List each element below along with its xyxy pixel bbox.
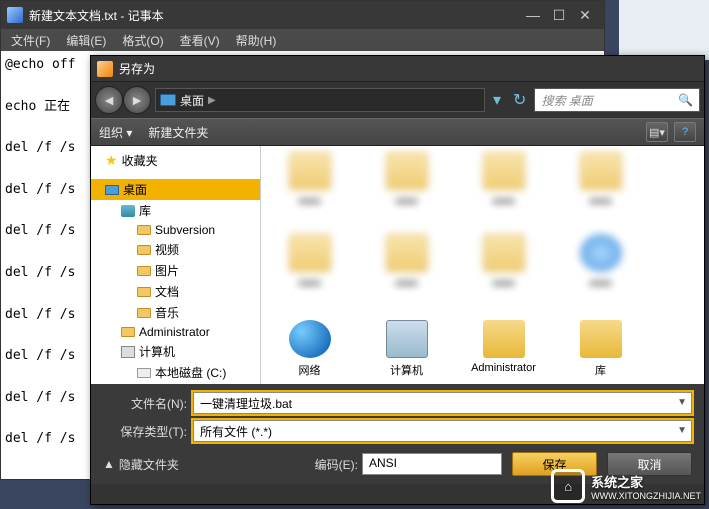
close-button[interactable]: ✕ (572, 7, 598, 24)
network-icon (289, 320, 331, 358)
filename-input[interactable]: 一键清理垃圾.bat▼ (193, 392, 692, 414)
desktop-icon (160, 94, 176, 106)
tree-computer[interactable]: 计算机 (91, 341, 260, 362)
notepad-title: 新建文本文档.txt - 记事本 (29, 7, 164, 24)
watermark-url: WWW.XITONGZHIJIA.NET (591, 491, 701, 501)
tree-subversion[interactable]: Subversion (91, 221, 260, 239)
notepad-titlebar[interactable]: 新建文本文档.txt - 记事本 — ☐ ✕ (1, 1, 604, 29)
folder-icon (137, 266, 151, 276)
tree-localdisk[interactable]: 本地磁盘 (C:) (91, 362, 260, 383)
tree-admin[interactable]: Administrator (91, 323, 260, 341)
file-computer[interactable]: 计算机 (364, 320, 449, 384)
list-item[interactable]: ▬▬ (364, 234, 449, 304)
saveas-titlebar[interactable]: 另存为 (91, 56, 704, 82)
notepad-icon (7, 7, 23, 23)
search-input[interactable]: 搜索 桌面 🔍 (534, 88, 700, 112)
back-button[interactable]: ◄ (95, 86, 123, 114)
file-network[interactable]: 网络 (267, 320, 352, 384)
desktop-icon (105, 185, 119, 195)
user-icon (121, 327, 135, 337)
hide-folders-button[interactable]: ▲ 隐藏文件夹 (103, 456, 179, 473)
folder-icon (137, 287, 151, 297)
toolbar: 组织 ▾ 新建文件夹 ▤▾ ? (91, 118, 704, 146)
menu-view[interactable]: 查看(V) (174, 30, 226, 51)
tree-pictures[interactable]: 图片 (91, 260, 260, 281)
menu-file[interactable]: 文件(F) (5, 30, 56, 51)
watermark-text: 系统之家 (591, 472, 701, 491)
list-item[interactable]: ▬▬ (267, 152, 352, 222)
tree-documents[interactable]: 文档 (91, 281, 260, 302)
computer-icon (121, 346, 135, 358)
file-libraries[interactable]: 库 (558, 320, 643, 384)
file-list[interactable]: ▬▬ ▬▬ ▬▬ ▬▬ ▬▬ ▬▬ ▬▬ ▬▬ 网络 计算机 Administr… (261, 146, 704, 384)
help-button[interactable]: ? (674, 122, 696, 142)
file-admin[interactable]: Administrator (461, 320, 546, 384)
tree-videos[interactable]: 视频 (91, 239, 260, 260)
organize-button[interactable]: 组织 ▾ (99, 124, 132, 141)
refresh-dropdown-icon[interactable]: ▾ (489, 90, 505, 110)
nav-bar: ◄ ► 桌面 ▶ ▾ ↻ 搜索 桌面 🔍 (91, 82, 704, 118)
chevron-right-icon[interactable]: ▶ (208, 95, 216, 106)
saveas-icon (97, 61, 113, 77)
save-as-dialog: 另存为 ◄ ► 桌面 ▶ ▾ ↻ 搜索 桌面 🔍 组织 ▾ 新建文件夹 ▤▾ ?… (90, 55, 705, 505)
menu-edit[interactable]: 编辑(E) (60, 30, 112, 51)
new-folder-button[interactable]: 新建文件夹 (148, 124, 208, 141)
drive-icon (137, 368, 151, 378)
menu-help[interactable]: 帮助(H) (230, 30, 283, 51)
list-item[interactable]: ▬▬ (267, 234, 352, 304)
folder-icon (137, 245, 151, 255)
library-icon (580, 320, 622, 358)
maximize-button[interactable]: ☐ (546, 7, 572, 24)
list-item[interactable]: ▬▬ (558, 152, 643, 222)
watermark-logo-icon: ⌂ (551, 469, 585, 503)
tree-desktop[interactable]: 桌面 (91, 179, 260, 200)
tree-libraries[interactable]: 库 (91, 200, 260, 221)
dropdown-icon[interactable]: ▼ (677, 425, 687, 436)
filetype-select[interactable]: 所有文件 (*.*)▼ (193, 420, 692, 442)
list-item[interactable]: ▬▬ (461, 152, 546, 222)
filetype-label: 保存类型(T): (103, 423, 193, 440)
library-icon (121, 205, 135, 217)
list-item[interactable]: ▬▬ (461, 234, 546, 304)
view-options-button[interactable]: ▤▾ (646, 122, 668, 142)
folder-icon (137, 308, 151, 318)
minimize-button[interactable]: — (520, 7, 546, 23)
encoding-label: 编码(E): (315, 456, 358, 473)
folder-icon (137, 225, 151, 235)
forward-button[interactable]: ► (123, 86, 151, 114)
star-icon: ★ (105, 152, 118, 169)
tree-music[interactable]: 音乐 (91, 302, 260, 323)
list-item[interactable]: ▬▬ (364, 152, 449, 222)
filename-label: 文件名(N): (103, 395, 193, 412)
notepad-menubar: 文件(F) 编辑(E) 格式(O) 查看(V) 帮助(H) (1, 29, 604, 51)
user-folder-icon (483, 320, 525, 358)
computer-icon (386, 320, 428, 358)
watermark: ⌂ 系统之家 WWW.XITONGZHIJIA.NET (551, 469, 701, 503)
chevron-up-icon: ▲ (103, 457, 115, 471)
list-item[interactable]: ▬▬ (558, 234, 643, 304)
search-placeholder: 搜索 桌面 (541, 92, 592, 109)
menu-format[interactable]: 格式(O) (116, 30, 169, 51)
tree-favorites[interactable]: ★收藏夹 (91, 150, 260, 171)
dropdown-icon[interactable]: ▼ (677, 397, 687, 408)
search-icon[interactable]: 🔍 (678, 93, 693, 107)
refresh-icon[interactable]: ↻ (509, 90, 530, 110)
encoding-select[interactable]: ANSI (362, 453, 502, 475)
breadcrumb[interactable]: 桌面 ▶ (155, 88, 485, 112)
folder-tree[interactable]: ★收藏夹 桌面 库 Subversion 视频 图片 文档 音乐 Adminis… (91, 146, 261, 384)
saveas-title: 另存为 (119, 60, 155, 77)
crumb-desktop[interactable]: 桌面 (180, 92, 204, 109)
